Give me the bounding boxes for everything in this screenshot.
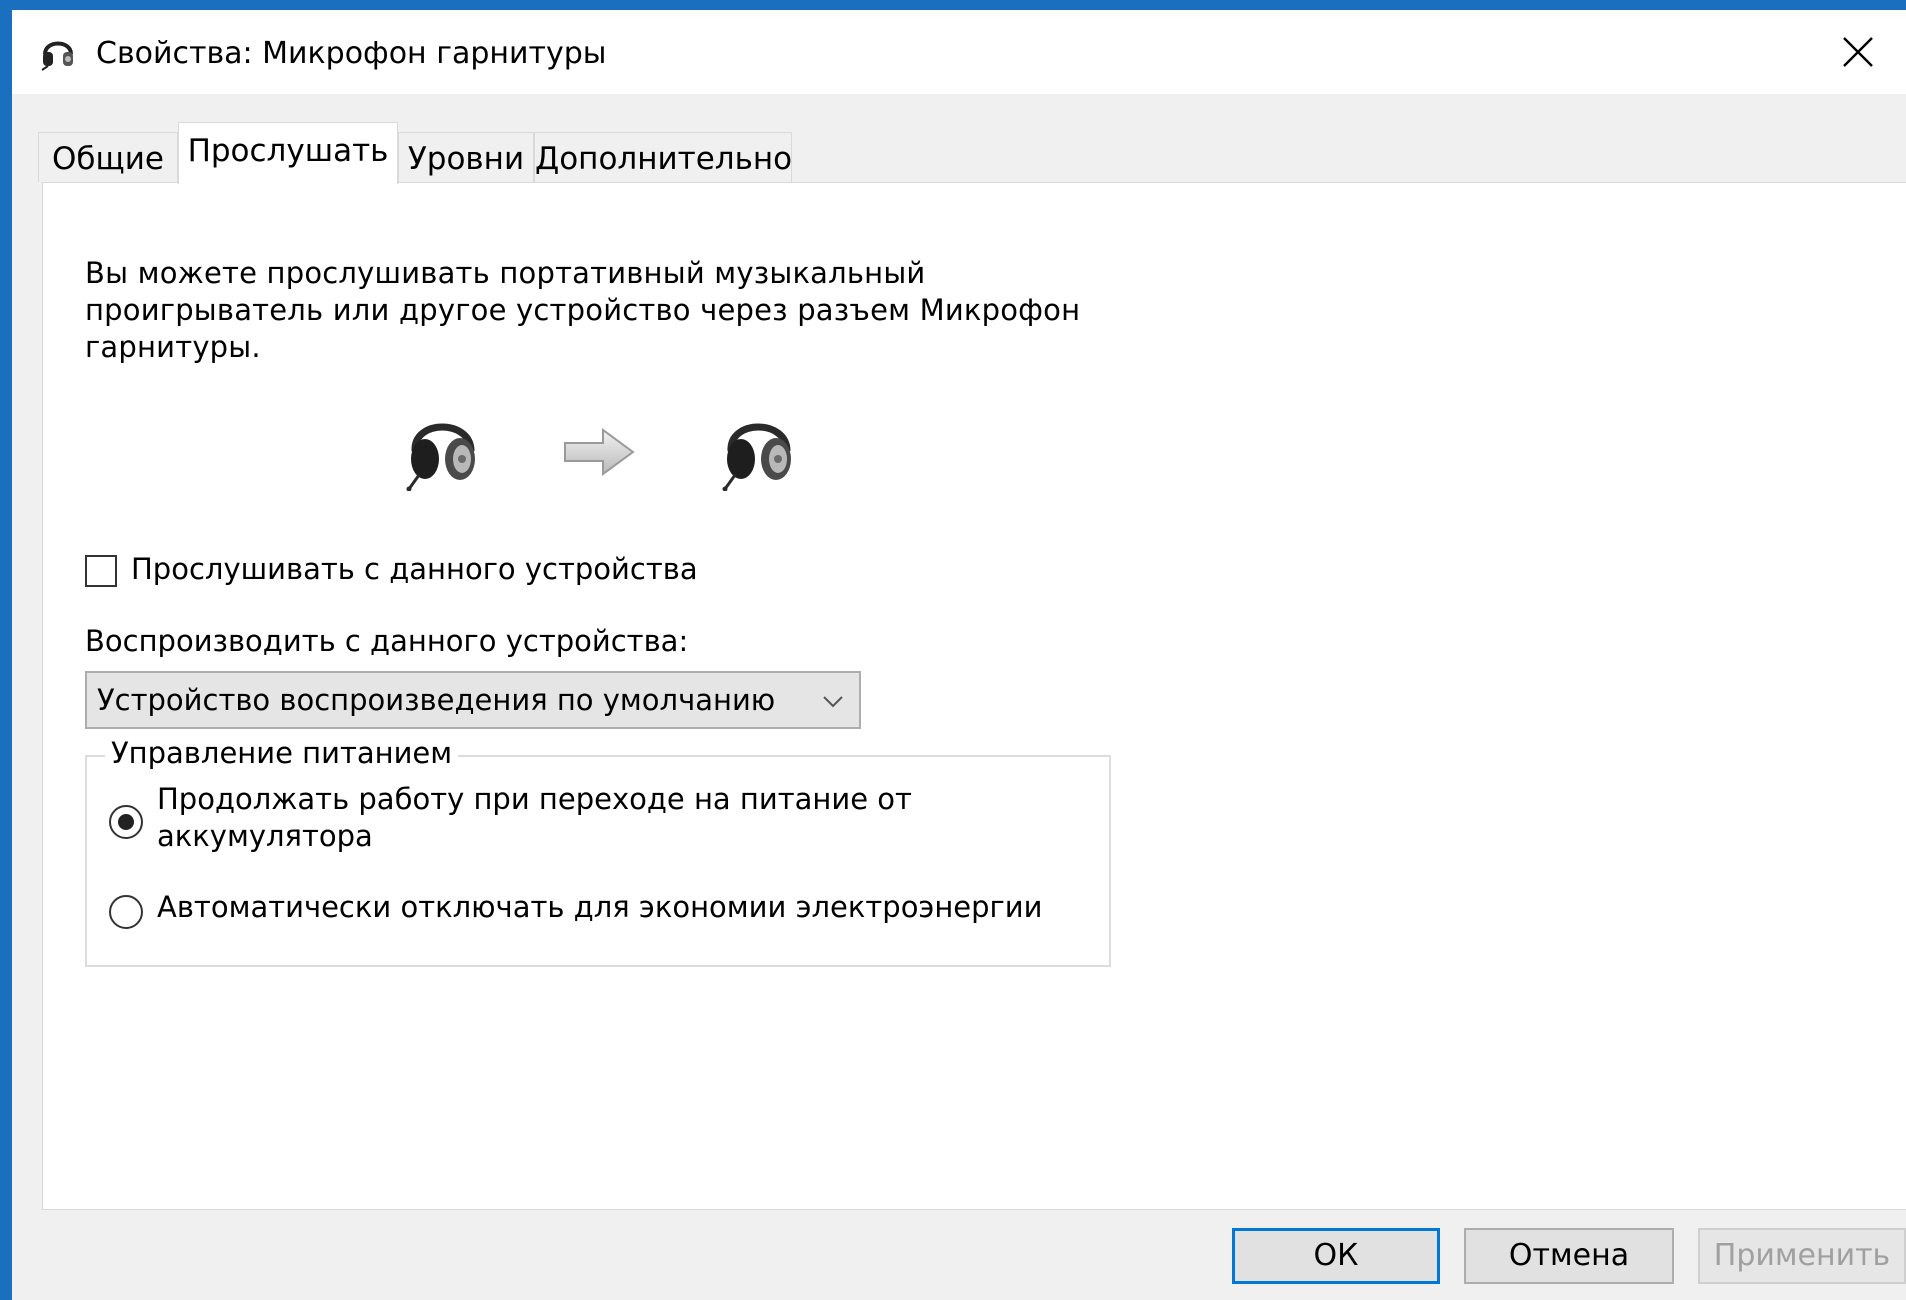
radio-auto-disable-label[interactable]: Автоматически отключать для экономии эле… <box>157 889 1043 926</box>
properties-dialog: Свойства: Микрофон гарнитуры Общие Просл… <box>12 10 1906 1300</box>
cancel-button[interactable]: Отмена <box>1464 1228 1674 1284</box>
arrow-right-icon <box>564 428 635 476</box>
playback-device-label: Воспроизводить с данного устройства: <box>85 624 689 658</box>
radio-auto-disable[interactable] <box>109 895 143 929</box>
window-frame-left <box>0 0 12 1300</box>
headset-icon <box>406 423 475 491</box>
headset-icon <box>722 423 791 491</box>
window-frame-top <box>0 0 1906 10</box>
close-button[interactable] <box>1810 10 1906 94</box>
power-management-group: Управление питанием Продолжать работу пр… <box>85 735 1111 967</box>
tab-advanced[interactable]: Дополнительно <box>534 132 792 182</box>
listen-tab-panel: Вы можете прослушивать портативный музык… <box>42 182 1906 1210</box>
tab-listen[interactable]: Прослушать <box>178 122 398 184</box>
listen-checkbox-label[interactable]: Прослушивать с данного устройства <box>131 551 698 588</box>
close-icon <box>1843 37 1873 67</box>
listen-checkbox[interactable] <box>85 555 117 587</box>
headset-icon <box>41 41 73 71</box>
window-title: Свойства: Микрофон гарнитуры <box>96 36 607 71</box>
radio-continue-on-battery[interactable] <box>109 805 143 839</box>
radio-selected-dot <box>118 814 134 830</box>
tab-levels[interactable]: Уровни <box>398 132 534 182</box>
chevron-down-icon <box>823 696 843 708</box>
apply-button[interactable]: Применить <box>1698 1228 1906 1284</box>
radio-continue-on-battery-label[interactable]: Продолжать работу при переходе на питани… <box>157 781 977 855</box>
power-management-legend: Управление питанием <box>105 735 459 772</box>
ok-button[interactable]: ОК <box>1232 1228 1440 1284</box>
title-bar[interactable]: Свойства: Микрофон гарнитуры <box>12 10 1906 94</box>
playback-device-dropdown[interactable]: Устройство воспроизведения по умолчанию <box>85 671 861 729</box>
listen-description: Вы можете прослушивать портативный музык… <box>85 256 1081 364</box>
playback-device-value: Устройство воспроизведения по умолчанию <box>97 683 776 717</box>
tab-general[interactable]: Общие <box>38 132 178 182</box>
